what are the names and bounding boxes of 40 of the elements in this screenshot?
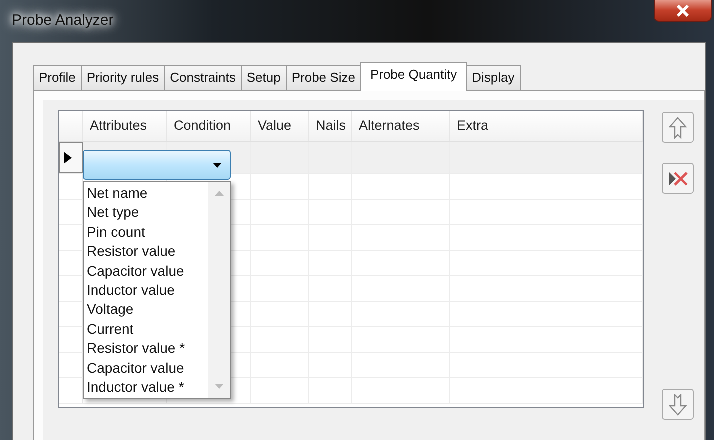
- dropdown-option[interactable]: Resistor value: [87, 242, 208, 262]
- column-header[interactable]: Attributes: [83, 111, 167, 141]
- column-header[interactable]: Alternates: [352, 111, 450, 141]
- scroll-up-icon: [214, 191, 224, 196]
- column-header[interactable]: Condition: [167, 111, 251, 141]
- tab[interactable]: Priority rules: [80, 65, 166, 90]
- dropdown-option[interactable]: Pin count: [87, 222, 208, 242]
- up-arrow-icon: [669, 116, 687, 138]
- window-title: Probe Analyzer: [12, 12, 114, 29]
- dropdown-option[interactable]: Net name: [87, 184, 208, 204]
- tab[interactable]: Display: [466, 65, 521, 90]
- delete-row-icon: [668, 170, 688, 186]
- dropdown-option[interactable]: Current: [87, 320, 208, 340]
- close-icon: [676, 4, 690, 16]
- current-row-icon: [64, 152, 72, 164]
- move-up-button[interactable]: [662, 112, 694, 143]
- dropdown-option[interactable]: Capacitor value: [87, 358, 208, 378]
- dropdown-option[interactable]: Capacitor value: [87, 262, 208, 282]
- scrollbar[interactable]: [208, 182, 230, 398]
- caret-icon: [213, 162, 222, 168]
- down-arrow-icon: [669, 394, 687, 416]
- tab[interactable]: Probe Quantity: [360, 62, 468, 91]
- scroll-down-icon: [214, 384, 224, 389]
- tab[interactable]: Setup: [240, 65, 287, 90]
- dropdown-option[interactable]: Inductor value *: [87, 378, 208, 398]
- row-header[interactable]: [59, 142, 83, 173]
- tab[interactable]: Constraints: [164, 65, 242, 90]
- dropdown-option[interactable]: Resistor value *: [87, 339, 208, 359]
- move-down-button[interactable]: [662, 389, 694, 420]
- column-header[interactable]: Value: [251, 111, 309, 141]
- dropdown-option[interactable]: Voltage: [87, 300, 208, 320]
- tab[interactable]: Probe Size: [286, 65, 362, 90]
- close-button[interactable]: [654, 0, 712, 22]
- dropdown-option[interactable]: Net type: [87, 203, 208, 223]
- tab[interactable]: Profile: [33, 65, 82, 90]
- column-header[interactable]: Extra: [450, 111, 643, 141]
- column-header[interactable]: Nails: [309, 111, 352, 141]
- dropdown-option[interactable]: Inductor value: [87, 281, 208, 300]
- attribute-dropdown[interactable]: [83, 150, 231, 180]
- delete-row-button[interactable]: [662, 163, 694, 194]
